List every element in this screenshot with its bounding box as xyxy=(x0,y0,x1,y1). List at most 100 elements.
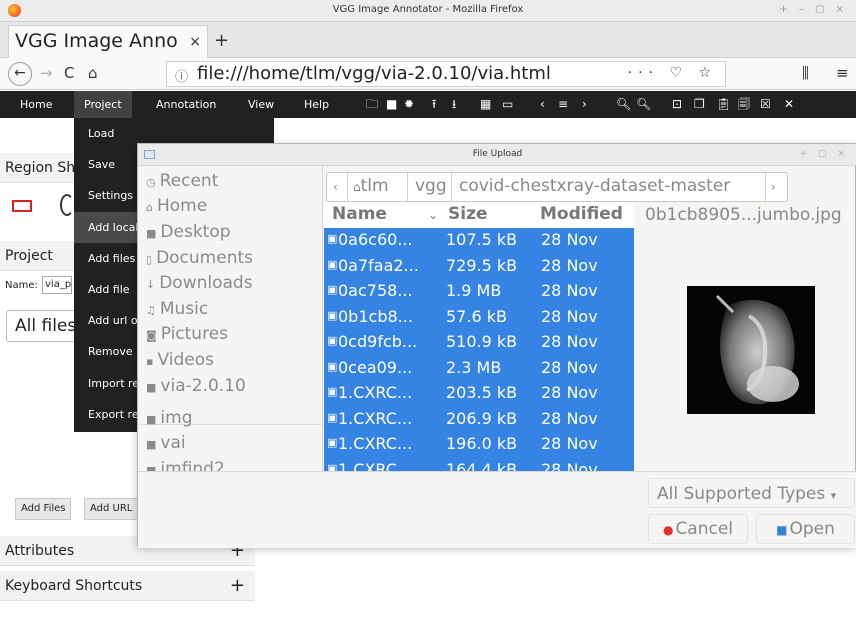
file-row[interactable]: ▣ 0b1cb8... 57.6 kB 28 Nov xyxy=(324,304,634,330)
file-row[interactable]: ▣ 1.CXRC... 164.4 kB 28 Nov xyxy=(324,457,634,472)
dialog-window-controls[interactable]: + ▢ × xyxy=(800,149,849,159)
path-crumb-current[interactable]: covid-chestxray-dataset-master xyxy=(459,176,730,196)
zoom-in-icon[interactable]: 🔍︎ xyxy=(616,91,631,118)
paste-n-icon[interactable]: 🗐 xyxy=(738,91,750,118)
file-row[interactable]: ▣ 1.CXRC... 206.9 kB 28 Nov xyxy=(324,406,634,432)
home-icon: ⌂ xyxy=(146,201,153,214)
place-img[interactable]: ■ img xyxy=(146,408,192,428)
path-separator xyxy=(407,173,408,201)
list-view-icon[interactable]: ▭ xyxy=(502,91,513,118)
copy-icon[interactable]: ❐ xyxy=(694,91,705,118)
menu-project[interactable]: Project xyxy=(74,91,132,118)
file-row[interactable]: ▣ 1.CXRC... 196.0 kB 28 Nov xyxy=(324,432,634,458)
open-project-icon[interactable]: 🗀 xyxy=(366,91,378,118)
back-button[interactable]: ← xyxy=(8,62,32,86)
folder-icon: ■ xyxy=(146,227,157,240)
menu-annotation[interactable]: Annotation xyxy=(146,91,226,118)
file-row[interactable]: ▣ 0ac758... 1.9 MB 28 Nov xyxy=(324,279,634,305)
url-text[interactable]: file:///home/tlm/vgg/via-2.0.10/via.html xyxy=(197,63,551,84)
prev-image-icon[interactable]: ‹ xyxy=(540,91,545,118)
menu-help[interactable]: Help xyxy=(294,91,339,118)
menu-view[interactable]: View xyxy=(238,91,284,118)
place-pictures[interactable]: ◙ Pictures xyxy=(146,324,228,344)
place-via-folder[interactable]: ■ via-2.0.10 xyxy=(146,376,246,396)
close-icon[interactable]: ✕ xyxy=(784,91,794,118)
file-size: 57.6 kB xyxy=(446,306,507,326)
keyboard-shortcuts-header[interactable]: Keyboard Shortcuts + xyxy=(0,571,255,601)
home-icon: ⌂ xyxy=(353,180,361,194)
save-icon[interactable]: ■ xyxy=(386,91,397,118)
rectangle-shape-icon[interactable] xyxy=(12,200,32,212)
delete-region-icon[interactable]: ☒ xyxy=(760,91,771,118)
video-icon: ▪ xyxy=(146,355,154,368)
path-scroll-left-icon[interactable]: ‹ xyxy=(333,180,338,194)
file-row[interactable]: ▣ 0a6c60... 107.5 kB 28 Nov xyxy=(324,228,634,254)
settings-gear-icon[interactable]: ✹ xyxy=(404,91,414,118)
column-header-name[interactable]: Name xyxy=(332,204,387,224)
place-home[interactable]: ⌂ Home xyxy=(146,196,207,216)
path-scroll-right-icon[interactable]: › xyxy=(771,180,776,194)
library-icon[interactable]: ⫼ xyxy=(802,64,809,82)
add-url-button[interactable]: Add URL xyxy=(84,498,139,520)
file-row[interactable]: ▣ 0cd9fcb... 510.9 kB 28 Nov xyxy=(324,330,634,356)
zoom-out-icon[interactable]: 🔍︎ xyxy=(636,91,651,118)
next-image-icon[interactable]: › xyxy=(582,91,587,118)
home-button[interactable]: ⌂ xyxy=(88,64,98,82)
image-file-icon: ▣ xyxy=(327,385,338,398)
upload-icon[interactable]: ⭱ xyxy=(432,91,436,118)
circle-shape-icon[interactable] xyxy=(60,194,74,216)
download-icon[interactable]: ⭳ xyxy=(452,91,456,118)
path-crumb-vgg[interactable]: vgg xyxy=(415,176,447,196)
place-imfind2[interactable]: ■ imfind2 xyxy=(146,459,225,471)
file-modified: 28 Nov xyxy=(541,255,598,275)
new-tab-button[interactable]: + xyxy=(214,30,229,51)
file-name: 0ac758... xyxy=(338,281,413,300)
clock-icon: ◷ xyxy=(146,176,156,189)
image-list-icon[interactable]: ≡ xyxy=(558,91,568,118)
open-button[interactable]: ■ Open xyxy=(756,514,855,544)
file-size: 510.9 kB xyxy=(446,332,518,351)
add-files-button[interactable]: Add Files xyxy=(15,498,72,520)
window-title: VGG Image Annotator - Mozilla Firefox xyxy=(332,4,524,15)
browser-tab[interactable]: VGG Image Anno × xyxy=(8,25,208,58)
site-info-icon[interactable]: ⓘ xyxy=(175,66,188,85)
place-desktop[interactable]: ■ Desktop xyxy=(146,222,231,242)
select-all-icon[interactable]: ⊡ xyxy=(672,91,682,118)
file-size: 729.5 kB xyxy=(446,255,518,275)
image-file-icon: ▣ xyxy=(327,308,338,322)
window-controls[interactable]: + – ▢ × xyxy=(779,4,848,15)
page-actions-icons[interactable]: ··· ♡ ☆ xyxy=(628,65,717,81)
column-header-modified[interactable]: Modified xyxy=(540,204,623,224)
column-header-size[interactable]: Size xyxy=(448,204,488,224)
project-name-input[interactable]: via_project xyxy=(42,276,72,294)
place-downloads[interactable]: ↓ Downloads xyxy=(146,273,253,293)
place-recent[interactable]: ◷ Recent xyxy=(146,171,218,191)
cancel-icon: ● xyxy=(662,523,674,537)
place-music[interactable]: ♫ Music xyxy=(146,299,208,319)
file-type-filter-select[interactable]: All Supported Types ▾ xyxy=(648,478,855,508)
file-row[interactable]: ▣ 0cea09... 2.3 MB 28 Nov xyxy=(324,355,634,381)
cancel-button[interactable]: ● Cancel xyxy=(648,514,748,544)
place-videos[interactable]: ▪ Videos xyxy=(146,350,214,370)
tab-close-icon[interactable]: × xyxy=(189,34,201,50)
url-bar[interactable]: ⓘ file:///home/tlm/vgg/via-2.0.10/via.ht… xyxy=(166,61,726,87)
file-row[interactable]: ▣ 0a7faa2... 729.5 kB 28 Nov xyxy=(324,253,634,279)
reload-button[interactable]: C xyxy=(64,64,74,82)
file-name: 1.CXRC... xyxy=(338,459,413,472)
file-filter-select[interactable]: All files xyxy=(6,310,76,342)
paste-icon[interactable]: 📋︎ xyxy=(716,91,731,118)
keyboard-shortcuts-expand-icon[interactable]: + xyxy=(230,571,245,601)
file-size: 206.9 kB xyxy=(446,408,518,428)
forward-button[interactable]: → xyxy=(40,64,53,82)
place-vai[interactable]: ■ vai xyxy=(146,433,186,453)
xray-preview-image xyxy=(687,286,815,414)
preview-filename: 0b1cb8905...jumbo.jpg xyxy=(645,205,842,225)
grid-view-icon[interactable]: ▦ xyxy=(480,91,491,118)
file-row[interactable]: ▣ 1.CXRC... 203.5 kB 28 Nov xyxy=(324,381,634,407)
place-documents[interactable]: ▯ Documents xyxy=(146,248,253,268)
hamburger-menu-icon[interactable]: ≡ xyxy=(836,64,849,82)
via-top-menubar: Home Project Annotation View Help 🗀 ■ ✹ … xyxy=(0,91,856,118)
menu-home[interactable]: Home xyxy=(10,91,62,118)
image-file-icon: ▣ xyxy=(327,283,338,296)
path-crumb-tlm[interactable]: ⌂tlm xyxy=(353,176,389,196)
